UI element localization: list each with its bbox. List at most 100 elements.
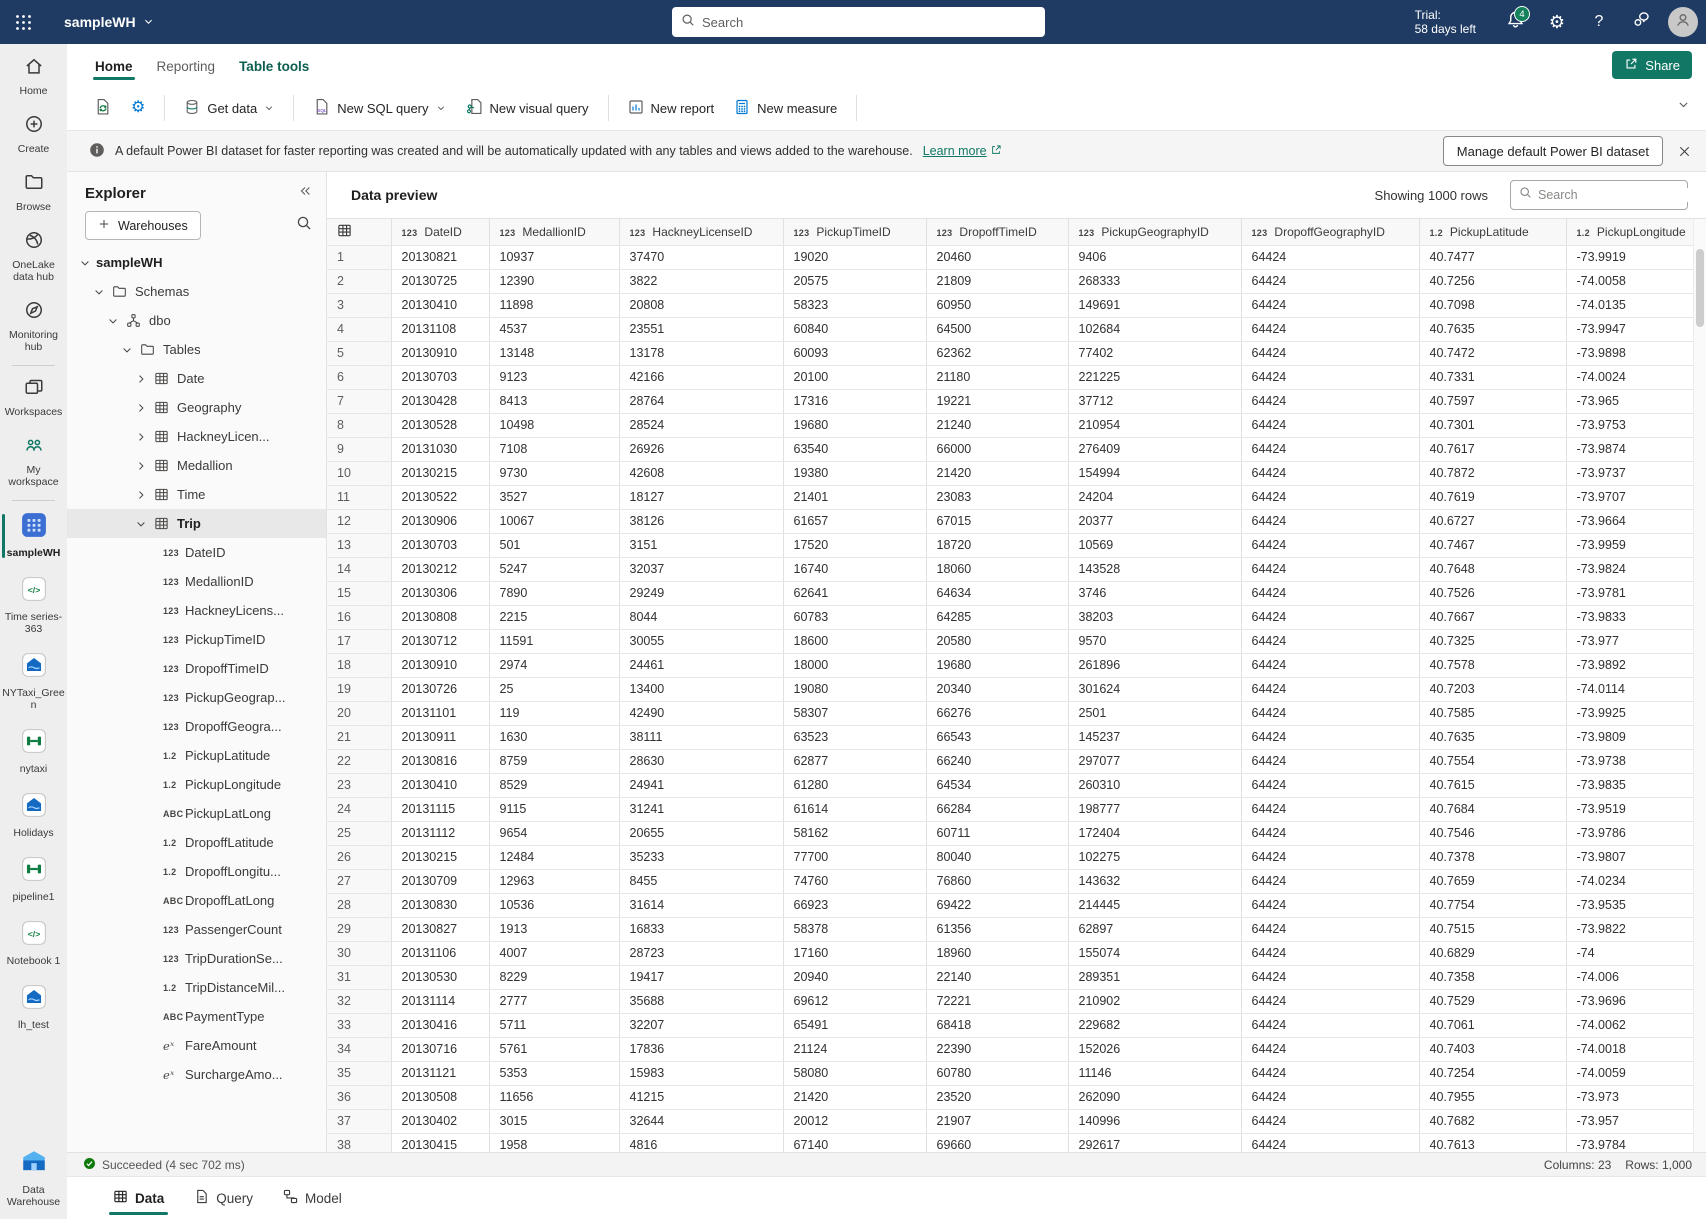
chevron-down-icon[interactable] [119,344,135,356]
new-report-button[interactable]: New report [619,92,724,125]
refresh-button[interactable] [85,91,120,125]
preview-search-input[interactable] [1538,188,1699,202]
column-header-dateid[interactable]: 123DateID [391,219,489,245]
global-search-input[interactable] [702,15,1036,30]
chevron-down-icon[interactable] [105,315,121,327]
rail-item-create[interactable]: Create [0,106,67,164]
vertical-scrollbar[interactable] [1693,219,1706,1152]
share-button[interactable]: Share [1612,51,1692,79]
rail-item-data-warehouse[interactable]: Data Warehouse [0,1139,67,1217]
settings-ribbon-button[interactable]: ⚙ [122,93,154,123]
chevron-down-icon[interactable] [77,257,93,269]
rail-item-pipeline1[interactable]: pipeline1 [0,848,67,912]
tree-column-fareamount[interactable]: eˣ FareAmount [67,1031,326,1060]
tab-query[interactable]: Query [182,1178,265,1218]
collapse-panel-icon[interactable] [298,184,312,203]
tree-column-pickuptimeid[interactable]: 123 PickupTimeID [67,625,326,654]
close-icon[interactable] [1677,144,1692,159]
rail-item-workspaces[interactable]: Workspaces [0,369,67,427]
tree-column-dropoffgeogra-[interactable]: 123 DropoffGeogra... [67,712,326,741]
tab-home[interactable]: Home [83,49,145,82]
preview-search[interactable] [1510,180,1688,210]
column-header-dropofftimeid[interactable]: 123DropoffTimeID [926,219,1068,245]
column-header-medallionid[interactable]: 123MedallionID [489,219,619,245]
tree-item-schemas[interactable]: Schemas [67,277,326,306]
tree-column-paymenttype[interactable]: ABC PaymentType [67,1002,326,1031]
tree-column-tripdurationse-[interactable]: 123 TripDurationSe... [67,944,326,973]
tree-column-pickuplongitude[interactable]: 1.2 PickupLongitude [67,770,326,799]
chevron-right-icon[interactable] [133,460,149,472]
tree-item-medallion[interactable]: Medallion [67,451,326,480]
tree-column-surchargeamo-[interactable]: eˣ SurchargeAmo... [67,1060,326,1089]
rail-item-nytaxi[interactable]: nytaxi [0,720,67,784]
app-launcher-icon[interactable] [0,0,46,44]
tree-column-passengercount[interactable]: 123 PassengerCount [67,915,326,944]
learn-more-link[interactable]: Learn more [923,144,1002,159]
column-header-pickuplongitude[interactable]: 1.2PickupLongitude [1566,219,1693,245]
tree-item-trip[interactable]: Trip [67,509,326,538]
product-switcher[interactable]: sampleWH [64,14,154,30]
rail-item-home[interactable]: Home [0,48,67,106]
tree-item-tables[interactable]: Tables [67,335,326,364]
feedback-button[interactable] [1622,3,1660,41]
column-header-pickuplatitude[interactable]: 1.2PickupLatitude [1419,219,1566,245]
rail-item-my-workspace[interactable]: My workspace [0,427,67,497]
tree-column-dropofflongitu-[interactable]: 1.2 DropoffLongitu... [67,857,326,886]
help-button[interactable]: ? [1580,3,1618,41]
rail-item-nytaxi-green[interactable]: NYTaxi_Green [0,644,67,720]
settings-button[interactable]: ⚙ [1538,3,1576,41]
tree-item-samplewh[interactable]: sampleWH [67,248,326,277]
tree-column-dropofflatlong[interactable]: ABC DropoffLatLong [67,886,326,915]
global-search[interactable] [672,7,1045,37]
tree-column-pickuplatitude[interactable]: 1.2 PickupLatitude [67,741,326,770]
rail-item-samplewh[interactable]: sampleWH [0,504,67,568]
new-visual-query-button[interactable]: New visual query [457,91,598,125]
chevron-right-icon[interactable] [133,373,149,385]
tree-column-dropofflatitude[interactable]: 1.2 DropoffLatitude [67,828,326,857]
tree-item-time[interactable]: Time [67,480,326,509]
account-avatar[interactable] [1668,7,1698,37]
select-all-corner[interactable] [327,219,391,245]
tree-item-date[interactable]: Date [67,364,326,393]
cell: 69422 [926,893,1068,917]
tree-column-dateid[interactable]: 123 DateID [67,538,326,567]
tab-model[interactable]: Model [271,1178,354,1218]
rail-item-notebook-1[interactable]: </> Notebook 1 [0,912,67,976]
tree-column-pickupgeograp-[interactable]: 123 PickupGeograp... [67,683,326,712]
rail-item-browse[interactable]: Browse [0,164,67,222]
tab-reporting[interactable]: Reporting [145,49,228,82]
tree-item-geography[interactable]: Geography [67,393,326,422]
rail-item-onelake-data-hub[interactable]: OneLake data hub [0,222,67,292]
tree-item-hackneylicen-[interactable]: HackneyLicen... [67,422,326,451]
get-data-button[interactable]: Get data [175,92,283,125]
rail-item-monitoring-hub[interactable]: Monitoring hub [0,292,67,362]
tab-data[interactable]: Data [101,1178,176,1218]
rail-item-lh-test[interactable]: lh_test [0,976,67,1040]
new-sql-query-button[interactable]: SQL New SQL query [304,91,454,125]
tree-column-hackneylicens-[interactable]: 123 HackneyLicens... [67,596,326,625]
add-warehouses-button[interactable]: Warehouses [85,211,201,240]
explorer-search-icon[interactable] [296,215,312,236]
chevron-right-icon[interactable] [133,431,149,443]
tree-column-pickuplatlong[interactable]: ABC PickupLatLong [67,799,326,828]
chevron-down-icon[interactable] [133,518,149,530]
rail-item-time-series-363[interactable]: </> Time series-363 [0,568,67,644]
scrollbar-thumb[interactable] [1696,249,1704,327]
chevron-down-icon[interactable] [91,286,107,298]
new-measure-button[interactable]: New measure [725,92,846,125]
column-header-dropoffgeographyid[interactable]: 123DropoffGeographyID [1241,219,1419,245]
column-header-hackneylicenseid[interactable]: 123HackneyLicenseID [619,219,783,245]
tree-column-dropofftimeid[interactable]: 123 DropoffTimeID [67,654,326,683]
manage-dataset-button[interactable]: Manage default Power BI dataset [1443,136,1663,166]
tree-item-dbo[interactable]: dbo [67,306,326,335]
notifications-button[interactable]: 4 [1496,3,1534,41]
tab-table-tools[interactable]: Table tools [227,49,321,82]
tree-column-medallionid[interactable]: 123 MedallionID [67,567,326,596]
chevron-right-icon[interactable] [133,489,149,501]
chevron-right-icon[interactable] [133,402,149,414]
column-header-pickupgeographyid[interactable]: 123PickupGeographyID [1068,219,1241,245]
tree-column-tripdistancemil-[interactable]: 1.2 TripDistanceMil... [67,973,326,1002]
rail-item-holidays[interactable]: Holidays [0,784,67,848]
ribbon-collapse-button[interactable] [1677,98,1690,116]
column-header-pickuptimeid[interactable]: 123PickupTimeID [783,219,926,245]
